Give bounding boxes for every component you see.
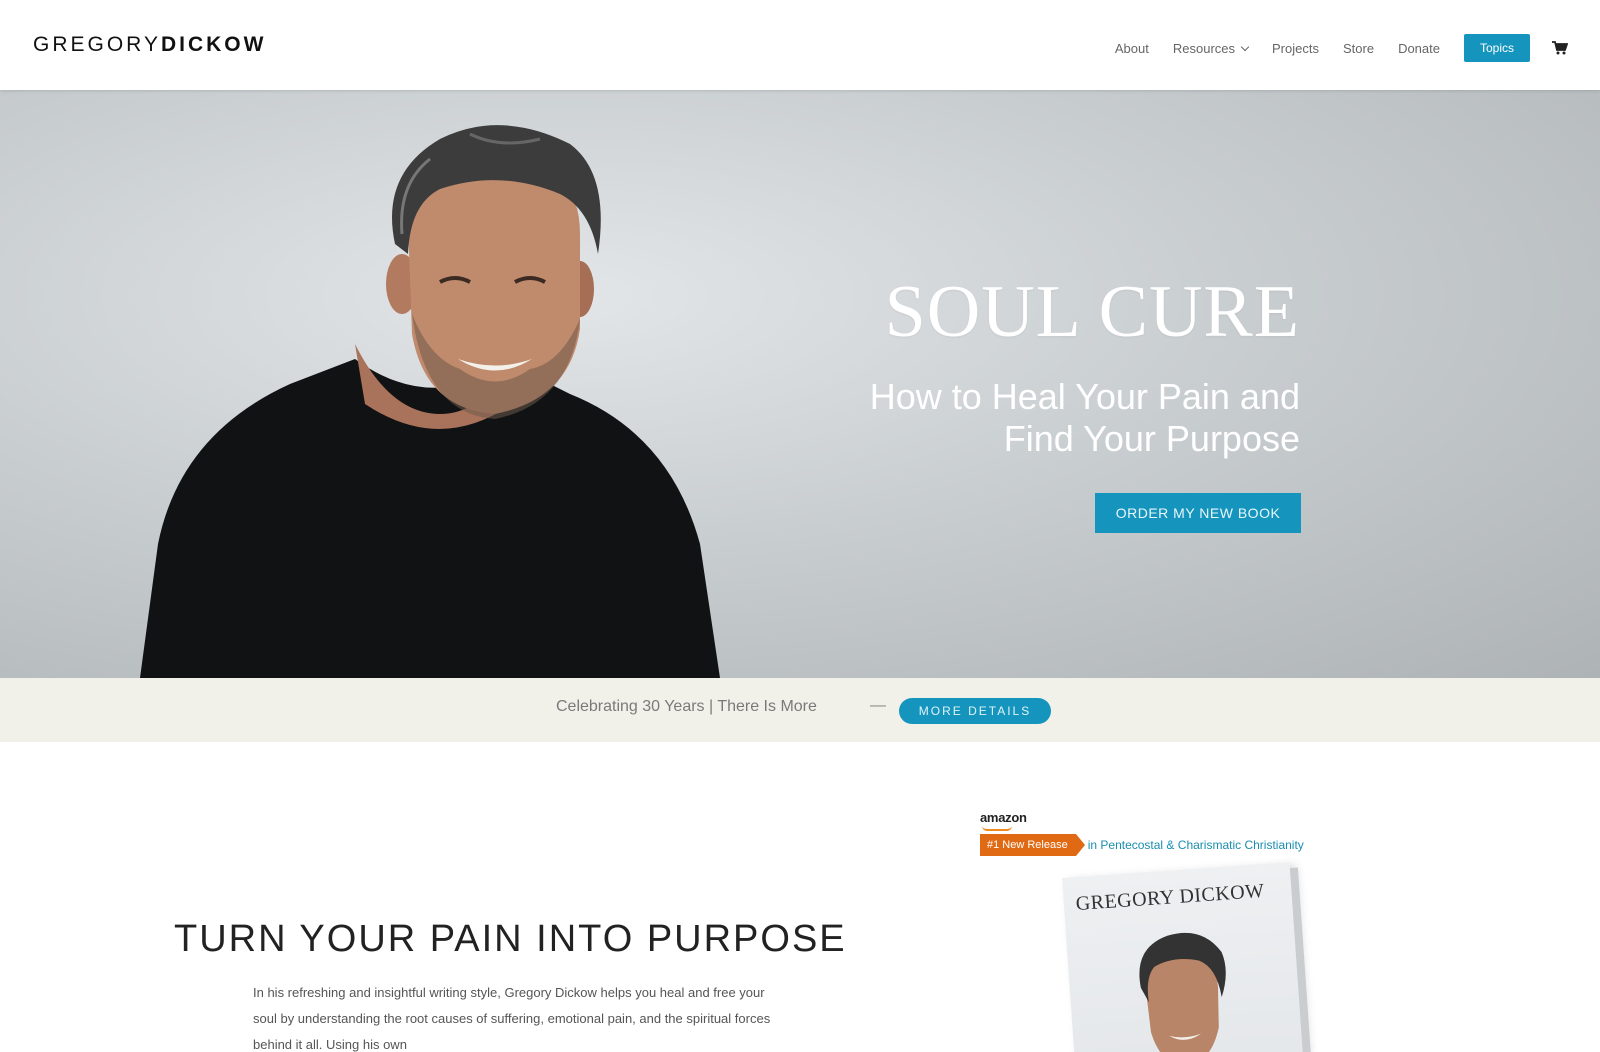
announcement-dash: — [870, 697, 886, 714]
logo-last-name: DICKOW [160, 33, 267, 56]
hero-subtitle-line-2: Find Your Purpose [1003, 418, 1300, 459]
chevron-down-icon [1240, 42, 1250, 51]
nav-projects[interactable]: Projects [1272, 41, 1319, 56]
announcement-bar: Celebrating 30 Years | There Is More — M… [0, 678, 1600, 742]
logo-first-name: GREGORY [33, 33, 161, 56]
nav-store[interactable]: Store [1343, 41, 1374, 56]
amazon-smile-icon [982, 826, 1012, 831]
order-book-button[interactable]: ORDER MY NEW BOOK [1095, 493, 1301, 533]
hero-subtitle: How to Heal Your Pain and Find Your Purp… [780, 376, 1300, 460]
book-cover-photo [1139, 932, 1226, 1052]
book-cover[interactable]: GREGORY DICKOW [1062, 862, 1312, 1052]
book-author: GREGORY DICKOW [1075, 879, 1266, 916]
site-header: GREGORYDICKOW About Resources Projects S… [0, 0, 1600, 90]
more-details-button[interactable]: MORE DETAILS [899, 698, 1051, 724]
announcement-text: Celebrating 30 Years | There Is More [556, 698, 817, 715]
main-nav: About Resources Projects Store Donate To… [1091, 33, 1569, 63]
nav-resources[interactable]: Resources [1172, 40, 1250, 56]
nav-donate[interactable]: Donate [1398, 41, 1440, 56]
new-release-badge: #1 New Release [980, 834, 1085, 856]
nav-about[interactable]: About [1115, 41, 1149, 56]
book-spine [1289, 867, 1312, 1052]
badge-category-link[interactable]: in Pentecostal & Charismatic Christianit… [1088, 838, 1304, 852]
portrait-photo [140, 125, 720, 678]
amazon-badge-row[interactable]: #1 New Release in Pentecostal & Charisma… [980, 834, 1304, 856]
hero-banner: SOUL CURE How to Heal Your Pain and Find… [0, 90, 1600, 678]
cart-icon[interactable] [1552, 41, 1569, 55]
cart-icon-graphic [1552, 41, 1569, 55]
site-logo[interactable]: GREGORYDICKOW [33, 33, 266, 57]
hero-title: SOUL CURE [884, 271, 1300, 353]
amazon-logo: amazon [980, 810, 1027, 825]
nav-resources-label: Resources [1172, 40, 1236, 56]
section-heading: TURN YOUR PAIN INTO PURPOSE [174, 918, 847, 960]
section-body-text: In his refreshing and insightful writing… [253, 985, 771, 1052]
hero-subtitle-line-1: How to Heal Your Pain and [869, 376, 1300, 417]
topics-button[interactable]: Topics [1463, 34, 1530, 62]
